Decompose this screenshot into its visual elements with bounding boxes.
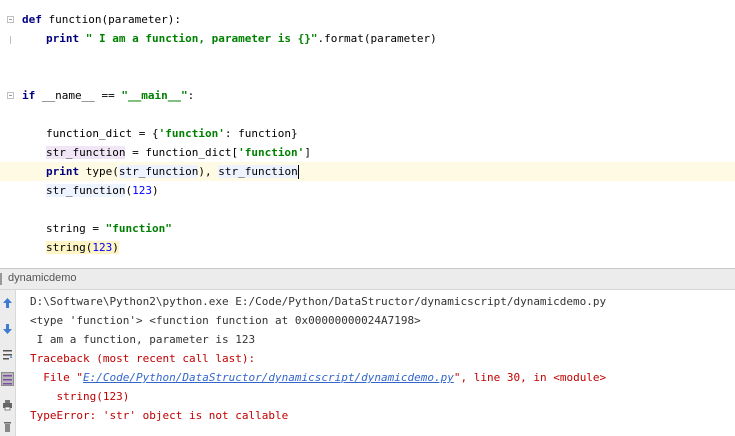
traceback-text: File "	[30, 371, 83, 384]
code-line[interactable]: if __name__ == "__main__":	[22, 86, 194, 105]
usage-highlight: str_function	[218, 165, 298, 178]
number-literal: 123	[92, 241, 113, 254]
scroll-to-end-icon[interactable]	[1, 372, 14, 386]
soft-wrap-icon[interactable]	[1, 348, 14, 362]
code-text: : function}	[224, 127, 298, 140]
code-line[interactable]: string = "function"	[46, 219, 172, 238]
console-line-output: I am a function, parameter is 123	[30, 333, 256, 346]
string-literal: 'function'	[238, 146, 305, 159]
string-literal: " I am a function, parameter is {}"	[85, 32, 318, 45]
run-console[interactable]: D:\Software\Python2\python.exe E:/Code/P…	[0, 290, 735, 436]
fold-icon[interactable]	[7, 92, 14, 99]
code-text: function(parameter):	[41, 13, 181, 26]
code-line[interactable]: print " I am a function, parameter is {}…	[46, 29, 437, 48]
console-line-command: D:\Software\Python2\python.exe E:/Code/P…	[30, 295, 607, 308]
code-line[interactable]: string(123)	[46, 238, 119, 257]
usage-highlight: str_function	[46, 184, 126, 197]
code-line[interactable]: def function(parameter):	[22, 10, 181, 29]
tab-marker	[0, 273, 6, 285]
string-literal: "__main__"	[121, 89, 188, 102]
console-line-file: File "E:/Code/Python/DataStructor/dynami…	[30, 368, 606, 387]
console-line-output: <type 'function'> <function function at …	[30, 314, 421, 327]
print-icon[interactable]	[1, 398, 14, 412]
code-text: __name__ ==	[35, 89, 122, 102]
arrow-up-icon[interactable]	[1, 296, 14, 310]
code-line[interactable]: function_dict = {'function': function}	[46, 124, 298, 143]
code-text: ),	[198, 165, 219, 178]
code-text: )	[112, 241, 119, 254]
usage-highlight: str_function	[46, 146, 126, 159]
run-tool-window-header[interactable]: dynamicdemo	[0, 268, 735, 290]
console-line-traceback: Traceback (most recent call last):	[30, 352, 256, 365]
code-line[interactable]: str_function(123)	[46, 181, 159, 200]
editor-gutter	[0, 0, 16, 268]
string-literal: "function"	[105, 222, 172, 235]
trash-icon[interactable]	[1, 420, 14, 434]
traceback-file-link[interactable]: E:/Code/Python/DataStructor/dynamicscrip…	[83, 371, 454, 384]
usage-highlight: str_function	[118, 165, 199, 178]
code-line[interactable]: str_function = function_dict['function']	[46, 143, 311, 162]
number-literal: 123	[132, 184, 152, 197]
code-text: .format(parameter)	[317, 32, 437, 45]
fold-end-marker	[10, 36, 11, 44]
code-text: string	[46, 241, 86, 254]
arrow-down-icon[interactable]	[1, 322, 14, 336]
console-line-code: string(123)	[30, 390, 130, 403]
text-caret	[297, 165, 299, 179]
console-line-error: TypeError: 'str' object is not callable	[30, 409, 289, 422]
traceback-text: ", line 30, in <module>	[453, 371, 607, 384]
keyword: if	[22, 89, 36, 102]
code-text: = function_dict[	[125, 146, 239, 159]
code-text: ]	[304, 146, 311, 159]
code-text: type(	[79, 165, 119, 178]
keyword: print	[46, 165, 80, 178]
code-text: function_dict = {	[46, 127, 159, 140]
string-literal: 'function'	[158, 127, 225, 140]
code-text: string =	[46, 222, 106, 235]
code-text: )	[151, 184, 159, 197]
keyword: print	[46, 32, 80, 45]
console-toolbar	[0, 290, 16, 436]
run-tab-title[interactable]: dynamicdemo	[8, 272, 76, 284]
fold-icon[interactable]	[7, 16, 14, 23]
code-editor[interactable]: def function(parameter): print " I am a …	[0, 0, 735, 268]
code-text: :	[187, 89, 195, 102]
code-line-current[interactable]: print type(str_function), str_function	[46, 162, 299, 181]
keyword: def	[22, 13, 42, 26]
